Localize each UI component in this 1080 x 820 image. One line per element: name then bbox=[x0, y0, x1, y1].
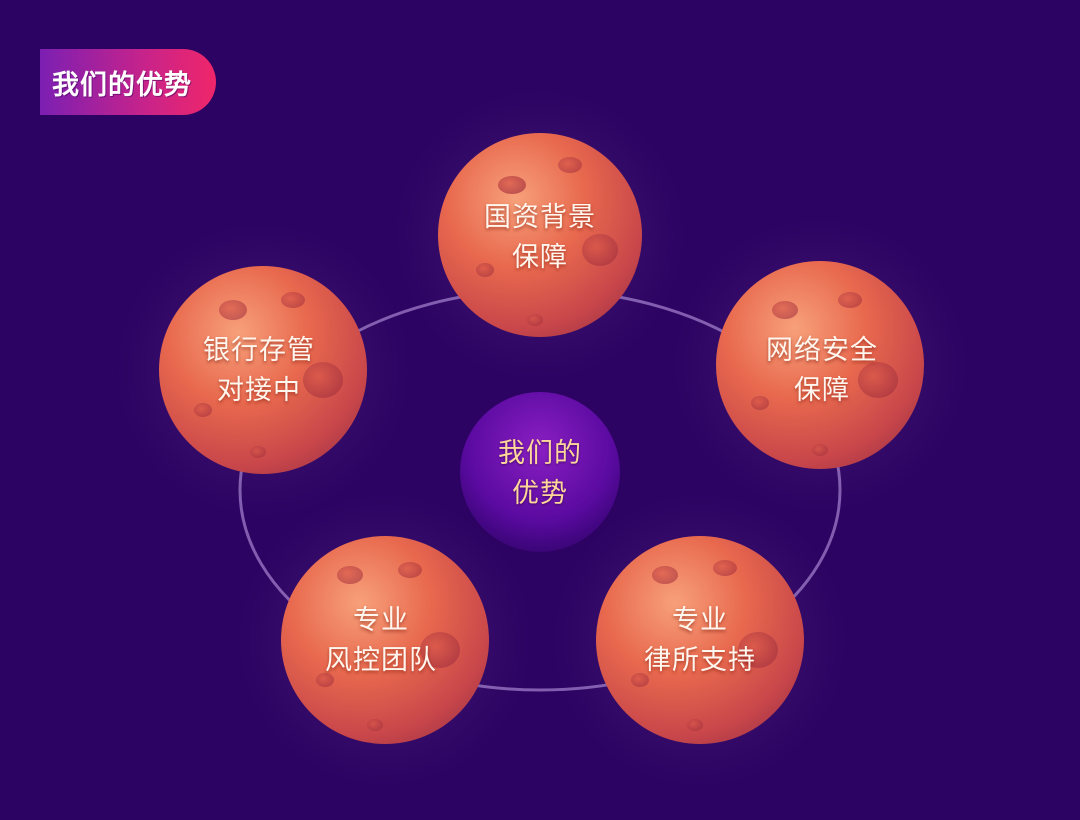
center-label: 我们的 优势 bbox=[498, 434, 582, 514]
advantage-label-lower-left: 专业 风控团队 bbox=[325, 601, 437, 681]
advantage-label-line1: 专业 bbox=[353, 605, 409, 636]
advantage-label-line1: 专业 bbox=[672, 605, 728, 636]
advantage-label-lower-right: 专业 律所支持 bbox=[644, 601, 756, 681]
advantage-label-upper-right: 网络安全 保障 bbox=[766, 331, 878, 411]
advantage-label-top: 国资背景 保障 bbox=[484, 198, 596, 278]
advantage-label-line2: 风控团队 bbox=[325, 645, 437, 676]
advantage-label-line1: 国资背景 bbox=[484, 202, 596, 233]
advantages-diagram bbox=[113, 87, 970, 790]
center-label-line2: 优势 bbox=[512, 478, 568, 509]
advantage-label-line2: 保障 bbox=[794, 375, 850, 406]
advantage-label-line2: 律所支持 bbox=[644, 645, 756, 676]
advantage-label-line2: 对接中 bbox=[217, 375, 301, 406]
advantage-label-line2: 保障 bbox=[512, 242, 568, 273]
advantage-label-upper-left: 银行存管 对接中 bbox=[203, 331, 315, 411]
advantage-label-line1: 银行存管 bbox=[203, 335, 315, 366]
center-label-line1: 我们的 bbox=[498, 438, 582, 469]
advantage-label-line1: 网络安全 bbox=[766, 335, 878, 366]
